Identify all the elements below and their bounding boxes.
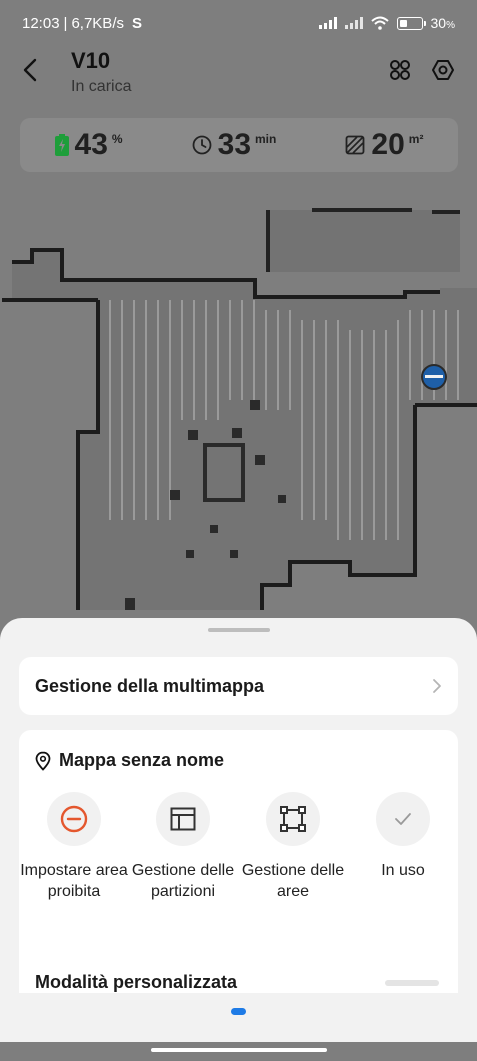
- action-in-use[interactable]: In uso: [348, 792, 458, 881]
- action-area-management[interactable]: Gestione delle aree: [238, 792, 348, 902]
- time-value: 33: [217, 128, 252, 161]
- status-left: 12:03 | 6,7KB/s S: [22, 15, 142, 32]
- stat-area: 20 m²: [345, 128, 423, 162]
- home-gesture-pill[interactable]: [151, 1048, 327, 1052]
- page-indicator-dot: [231, 1008, 246, 1015]
- bottom-sheet: Gestione della multimappa Mappa senza no…: [0, 618, 477, 1042]
- battery-charging-icon: [54, 134, 69, 156]
- action-forbidden-area[interactable]: Impostare area proibita: [19, 792, 129, 902]
- signal-icon-2: [344, 17, 363, 29]
- map-card: Mappa senza nome Impostare area proibita: [19, 730, 458, 993]
- status-separator: |: [63, 14, 68, 32]
- app-glyph-icon: S: [131, 14, 142, 32]
- map-name: Mappa senza nome: [59, 750, 225, 770]
- network-speed: 6,7KB/s: [71, 14, 124, 32]
- back-button[interactable]: [16, 56, 44, 84]
- map-actions: Impostare area proibita Gestione delle p…: [19, 792, 458, 932]
- time-unit: min: [255, 132, 277, 146]
- map-name-row: Mappa senza nome: [35, 750, 224, 771]
- stats-card: 43 % 33 min 20 m²: [20, 118, 458, 172]
- custom-mode-toggle[interactable]: [385, 980, 439, 986]
- cleaning-map[interactable]: [0, 200, 477, 620]
- grid-apps-icon: [390, 60, 410, 80]
- no-entry-icon: [60, 805, 88, 833]
- action-in-use-label: In uso: [381, 862, 425, 879]
- action-partition-circle[interactable]: [156, 792, 210, 846]
- device-name: V10: [71, 48, 111, 73]
- area-square-icon: [280, 806, 306, 832]
- action-area-circle[interactable]: [266, 792, 320, 846]
- map-room-top-right: [268, 210, 460, 272]
- robot-position: [421, 364, 447, 390]
- status-time: 12:03: [22, 14, 60, 32]
- back-arrow-icon: [23, 58, 37, 82]
- multimap-management-label: Gestione della multimappa: [35, 675, 265, 696]
- stat-battery: 43 %: [54, 128, 123, 162]
- chevron-right-icon: [433, 679, 441, 693]
- stat-time: 33 min: [192, 128, 277, 162]
- action-in-use-circle[interactable]: [376, 792, 430, 846]
- settings-button[interactable]: [429, 56, 457, 84]
- action-forbidden-area-label: Impostare area proibita: [20, 862, 128, 900]
- status-bar: 12:03 | 6,7KB/s S 30%: [0, 0, 477, 46]
- custom-mode-label: Modalità personalizzata: [35, 972, 238, 992]
- battery-unit: %: [111, 132, 123, 146]
- action-forbidden-area-circle[interactable]: [47, 792, 101, 846]
- battery-icon: [396, 16, 426, 30]
- grid-apps-button[interactable]: [386, 56, 414, 84]
- checkmark-icon: [395, 813, 411, 825]
- title-block: V10 In carica: [71, 48, 131, 96]
- area-value: 20: [371, 128, 405, 161]
- action-area-label: Gestione delle aree: [241, 862, 345, 900]
- floor-map: [2, 208, 477, 610]
- wifi-icon: [370, 16, 389, 30]
- battery-percent: 30%: [430, 15, 455, 31]
- area-unit: m²: [408, 132, 424, 146]
- area-hatched-icon: [346, 135, 365, 155]
- status-right: 30%: [318, 15, 455, 31]
- action-partition-management[interactable]: Gestione delle partizioni: [128, 792, 238, 902]
- multimap-management-row[interactable]: Gestione della multimappa: [19, 657, 458, 715]
- sheet-drag-handle[interactable]: [208, 628, 270, 632]
- clock-icon: [192, 135, 212, 155]
- device-status: In carica: [71, 78, 132, 95]
- signal-icon: [318, 17, 337, 29]
- header: V10 In carica: [0, 46, 477, 106]
- settings-hexagon-icon: [432, 60, 454, 80]
- system-nav-bar: [0, 1042, 477, 1061]
- partition-layout-icon: [170, 807, 196, 831]
- action-partition-label: Gestione delle partizioni: [131, 862, 235, 900]
- location-pin-icon: [35, 751, 51, 771]
- battery-value: 43: [74, 128, 108, 161]
